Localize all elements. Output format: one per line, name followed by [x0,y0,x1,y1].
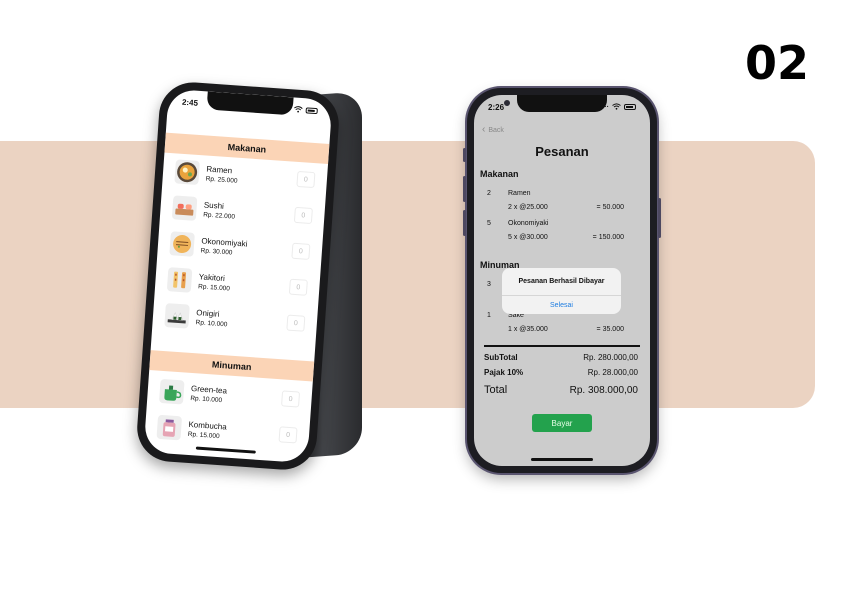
camera-icon [504,100,510,106]
order-line: 2 x @25.000 [508,204,548,211]
menu-item-price: Rp. 25.000 [205,175,238,185]
menu-item-name: Yakitori [198,272,226,284]
step-number: 02 [744,36,809,90]
quantity-input[interactable]: 0 [278,426,298,444]
menu-item-name: Green-tea [190,384,228,396]
order-row: 1 Sake 1 x @35.000 = 35.000 [474,312,650,342]
total-label: Total [484,384,508,396]
pay-button[interactable]: Bayar [532,414,592,432]
back-label: Back [488,126,504,134]
alert-title: Pesanan Berhasil Dibayar [502,268,621,296]
order-total: = 150.000 [592,234,624,241]
onigiri-icon [164,303,190,329]
page-title: Pesanan [535,144,589,159]
subtotal-row: SubTotal Rp. 280.000,00 [484,353,638,362]
menu-item-price: Rp. 22.000 [202,211,236,221]
payment-success-alert: Pesanan Berhasil Dibayar Selesai [502,268,621,314]
order-line: 1 x @35.000 [508,326,548,333]
menu-item-price: Rp. 30.000 [200,247,233,257]
tax-row: Pajak 10% Rp. 28.000,00 [484,368,638,377]
battery-icon [624,104,636,110]
menu-item-name: Onigiri [196,308,220,319]
menu-screen: 2:45 ···· Makanan Ramen Rp [143,88,333,464]
quantity-input[interactable]: 0 [291,242,311,260]
menu-item-price: Rp. 10.000 [190,394,223,405]
wifi-icon [293,105,303,115]
order-name: Ramen [508,190,531,197]
order-row: 2 Ramen 2 x @25.000 = 50.000 [474,190,650,220]
ramen-bowl-icon [174,159,200,186]
quantity-input[interactable]: 0 [296,170,316,189]
phone-right: 2:26 ···· ‹ Back Pesanan Makanan 2 Ramen… [463,88,661,473]
order-qty: 1 [487,312,491,319]
kombucha-icon [156,414,183,441]
order-name: Okonomiyaki [508,220,549,227]
drink-list: Green-tea Rp. 10.000 0 Kombucha Rp. 15.0… [144,372,313,455]
tax-value: Rp. 28.000,00 [587,368,638,377]
menu-item-name: Ramen [206,164,233,176]
menu-item-price: Rp. 15.000 [187,430,220,441]
subtotal-label: SubTotal [484,353,518,362]
yakitori-icon [166,267,193,293]
menu-item-name: Sushi [203,200,225,211]
wifi-icon [612,102,621,112]
order-line: 5 x @30.000 [508,234,548,241]
status-time: 2:26 [488,102,505,112]
okonomiyaki-icon [169,231,195,257]
order-qty: 3 [487,281,491,288]
phone-left-body: 2:45 ···· Makanan Ramen Rp [134,80,342,472]
order-screen: 2:26 ···· ‹ Back Pesanan Makanan 2 Ramen… [474,95,650,466]
order-qty: 5 [487,220,491,227]
home-indicator [531,458,593,461]
status-time: 2:45 [181,97,199,108]
chevron-left-icon: ‹ [482,124,486,135]
green-tea-icon [158,378,185,405]
subtotal-value: Rp. 280.000,00 [583,353,638,362]
total-row: Total Rp. 308.000,00 [484,384,638,396]
quantity-input[interactable]: 0 [281,390,301,408]
done-button[interactable]: Selesai [502,296,621,314]
menu-item-name: Okonomiyaki [201,236,248,249]
order-qty: 2 [487,190,491,197]
order-total: = 35.000 [596,326,624,333]
back-button[interactable]: ‹ Back [482,125,504,135]
phone-left: 2:45 ···· Makanan Ramen Rp [134,80,370,482]
divider [484,345,640,347]
quantity-input[interactable]: 0 [288,278,308,296]
battery-icon [305,107,318,115]
order-total: = 50.000 [596,204,624,211]
quantity-input[interactable]: 0 [286,314,306,332]
food-category-label: Makanan [480,169,519,179]
quantity-input[interactable]: 0 [293,206,313,225]
food-list: Ramen Rp. 25.000 0 Sushi Rp. 22.000 0 Ok… [152,153,328,344]
total-value: Rp. 308.000,00 [569,384,638,396]
sushi-icon [171,195,198,221]
menu-item-price: Rp. 15.000 [197,283,231,293]
menu-item-price: Rp. 10.000 [195,319,228,329]
order-row: 5 Okonomiyaki 5 x @30.000 = 150.000 [474,220,650,250]
background-band [0,141,815,408]
notch [517,95,607,112]
notch [206,91,294,116]
tax-label: Pajak 10% [484,368,524,377]
menu-item-name: Kombucha [188,419,227,432]
